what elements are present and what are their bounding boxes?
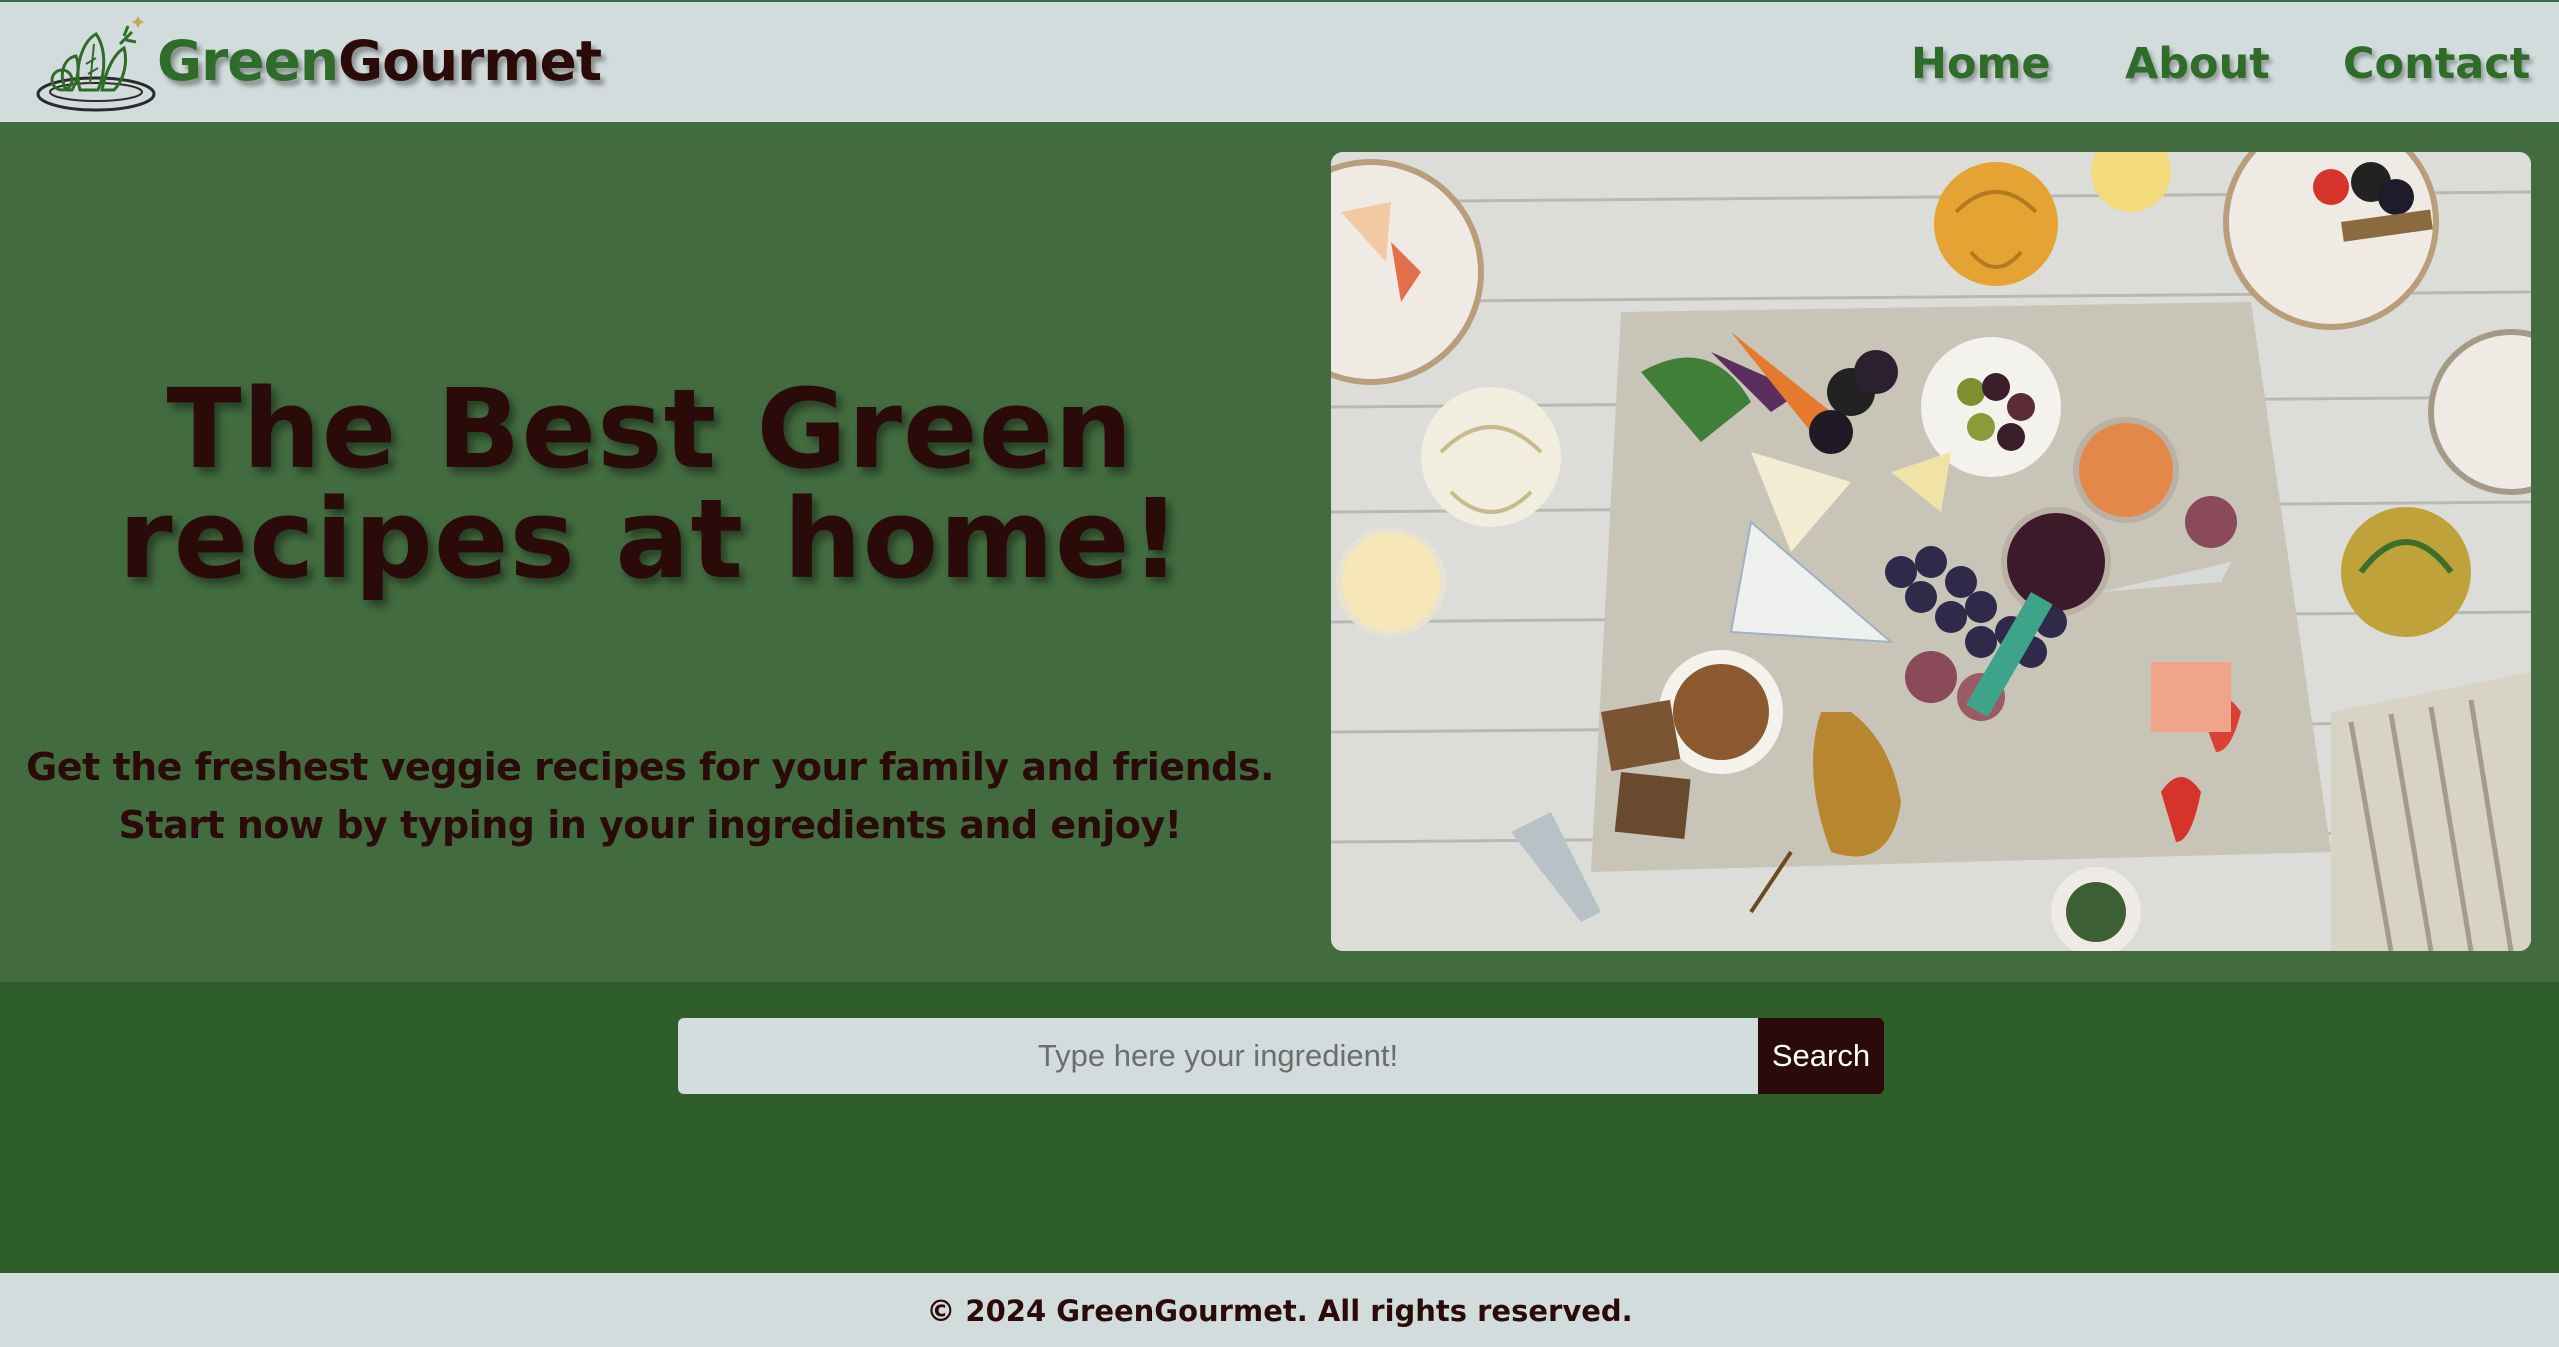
hero-subtitle: Get the freshest veggie recipes for your…	[20, 738, 1280, 854]
hero-title-line1: The Best Green	[166, 365, 1134, 493]
hero-title-line2: recipes at home!	[118, 475, 1182, 603]
site-footer: © 2024 GreenGourmet. All rights reserved…	[0, 1273, 2559, 1347]
hero-subtitle-line2: Start now by typing in your ingredients …	[118, 803, 1182, 847]
hero-title: The Best Green recipes at home!	[40, 374, 1260, 594]
nav-about-link[interactable]: About	[2125, 36, 2270, 92]
search-button[interactable]: Search	[1758, 1018, 1884, 1094]
nav-home-link[interactable]: Home	[1911, 36, 2051, 92]
veggie-plate-icon[interactable]	[36, 14, 160, 114]
nav-contact-link[interactable]: Contact	[2343, 36, 2530, 92]
hero-subtitle-line1: Get the freshest veggie recipes for your…	[26, 745, 1274, 789]
site-header: GreenGourmet Home About Contact	[0, 0, 2559, 122]
food-platter-photo	[1331, 152, 2531, 951]
footer-copyright: © 2024 GreenGourmet. All rights reserved…	[926, 1294, 1633, 1328]
brand-name[interactable]: GreenGourmet	[157, 26, 602, 96]
brand-name-green: Green	[157, 29, 339, 93]
ingredient-search-input[interactable]	[678, 1018, 1758, 1094]
brand-name-gourmet: Gourmet	[338, 29, 602, 93]
